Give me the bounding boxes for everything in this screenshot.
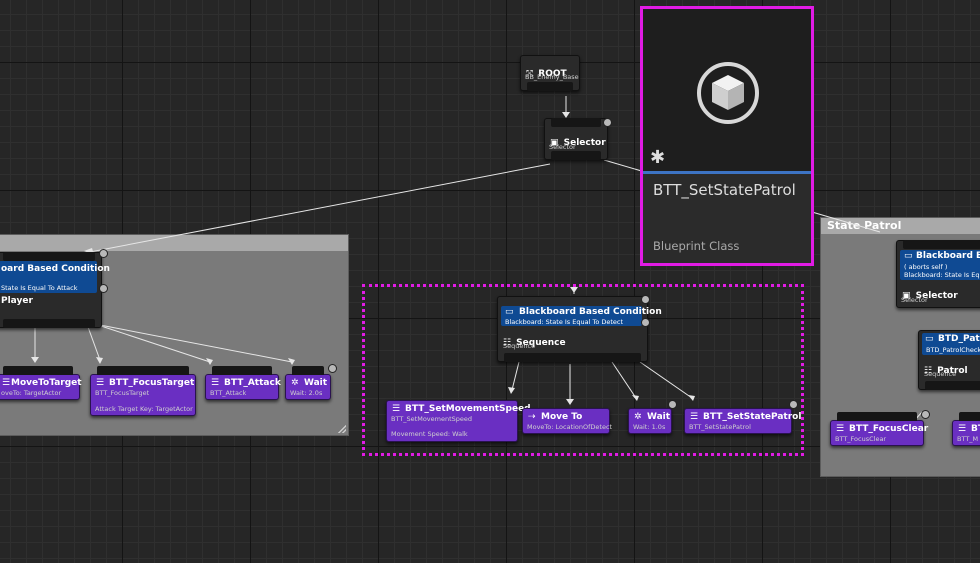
asset-type: Blueprint Class: [653, 239, 740, 253]
resize-grip[interactable]: [338, 425, 346, 433]
task-icon: ☰: [2, 378, 11, 388]
left-sequence-input-pin[interactable]: [3, 252, 95, 261]
top-selector-output-pin[interactable]: [551, 151, 601, 160]
decorator-icon: ▭: [904, 251, 913, 261]
left-sequence-title: Player: [1, 296, 33, 306]
left-decorator[interactable]: oard Based Condition State Is Equal To A…: [0, 261, 110, 293]
task-sub: Wait: 2.0s: [290, 389, 323, 397]
right-selector-node[interactable]: ▭ Blackboard Bas ( aborts self ) Blackbo…: [896, 240, 980, 308]
task-title: BTT_FocusTarget: [109, 378, 195, 388]
top-selector-input-pin[interactable]: [551, 118, 601, 127]
right-decorator[interactable]: ▭ Blackboard Bas ( aborts self ) Blackbo…: [900, 250, 980, 280]
task-sub: BTT_FocusTarget: [95, 389, 150, 397]
left-decorator-title: oard Based Condition: [1, 264, 110, 274]
task-sub: oveTo: TargetActor: [1, 389, 62, 397]
task-title: BTT_FocusClear: [849, 424, 929, 434]
right-selector-input-pin[interactable]: [903, 240, 980, 249]
task-input-pin[interactable]: [3, 366, 73, 375]
right-service-sub: BTD_PatrolCheck: [926, 346, 980, 354]
task-sub: BTT_Attack: [210, 389, 247, 397]
wait-icon: ✲: [291, 378, 299, 388]
right-patrol-output-pin[interactable]: [925, 381, 980, 390]
comment-state-patrol-title[interactable]: State Patrol: [821, 218, 980, 234]
root-output-pin[interactable]: [527, 82, 573, 91]
task-move-to-target[interactable]: ☰ MoveToTarget oveTo: TargetActor: [0, 366, 82, 400]
task-index-badge: [921, 410, 930, 419]
top-selector-index-badge: [603, 118, 612, 127]
task-icon: ☰: [958, 424, 967, 434]
task-input-pin[interactable]: [212, 366, 272, 375]
task-icon: ☰: [96, 378, 105, 388]
task-title: BTT_Attack: [224, 378, 281, 388]
right-decorator-sub1: ( aborts self ): [904, 263, 948, 271]
task-icon: ☰: [836, 424, 845, 434]
task-sub: BTT_FocusClear: [835, 435, 887, 443]
task-bt-attack[interactable]: ☰ BTT_Attack BTT_Attack: [205, 366, 281, 400]
task-property: Attack Target Key: TargetActor: [95, 405, 193, 413]
task-bt-focus-clear[interactable]: ☰ BTT_FocusClear BTT_FocusClear: [830, 412, 928, 446]
right-selector-sub: Selector: [901, 296, 928, 304]
top-selector-node[interactable]: ▣ Selector Selector: [544, 118, 608, 160]
left-decorator-sub: State Is Equal To Attack: [1, 284, 78, 292]
root-node[interactable]: ⤧ ROOT BB_Enemy_Base: [520, 55, 580, 91]
task-input-pin[interactable]: [97, 366, 189, 375]
service-icon: ▭: [925, 334, 934, 344]
selection-frame[interactable]: [362, 284, 804, 456]
right-service[interactable]: ▭ BTD_Patro BTD_PatrolCheck: [922, 333, 980, 355]
asset-badge: ✱: [650, 147, 666, 168]
task-wait-2s[interactable]: ✲ Wait Wait: 2.0s: [285, 366, 331, 400]
task-title: Wait: [304, 378, 328, 388]
left-sequence-node[interactable]: oard Based Condition State Is Equal To A…: [0, 252, 110, 328]
right-decorator-title: Blackboard Bas: [916, 251, 980, 261]
root-subtitle: BB_Enemy_Base: [525, 73, 579, 81]
right-decorator-sub2: Blackboard: State Is Eq: [904, 271, 980, 279]
right-patrol-sub: Sequence: [924, 370, 957, 378]
left-decorator-index-badge: [99, 249, 108, 258]
task-input-pin[interactable]: [837, 412, 917, 421]
left-sequence-index-badge: [99, 284, 108, 293]
comment-left-title-bar[interactable]: [0, 235, 348, 251]
task-bt-move[interactable]: ☰ BT BTT_M: [952, 412, 980, 446]
task-bt-focus-target[interactable]: ☰ BTT_FocusTarget BTT_FocusTarget Attack…: [90, 366, 196, 416]
left-sequence-output-pin[interactable]: [3, 319, 95, 328]
blueprint-cube-icon: [697, 62, 759, 124]
task-title: MoveToTarget: [11, 378, 82, 388]
task-title: BT: [971, 424, 980, 434]
task-icon: ☰: [211, 378, 220, 388]
asset-tooltip[interactable]: ✱ BTT_SetStatePatrol Blueprint Class: [640, 6, 814, 266]
top-selector-subtitle: Selector: [549, 143, 576, 151]
right-patrol-node[interactable]: ▭ BTD_Patro BTD_PatrolCheck ☷ Patrol Seq…: [918, 330, 980, 390]
right-service-title: BTD_Patro: [938, 334, 980, 344]
task-input-pin[interactable]: [959, 412, 980, 421]
task-sub: BTT_M: [957, 435, 979, 443]
task-input-pin[interactable]: [292, 366, 324, 375]
task-index-badge: [328, 364, 337, 373]
asset-name: BTT_SetStatePatrol: [653, 181, 796, 199]
